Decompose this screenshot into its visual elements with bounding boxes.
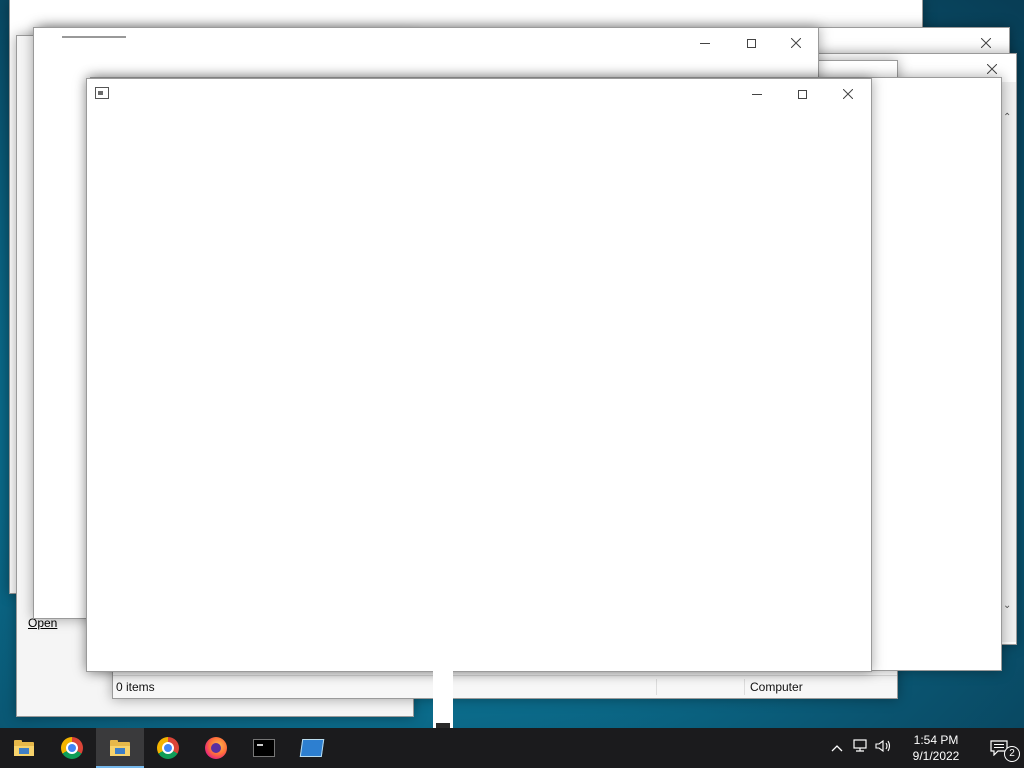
close-button[interactable]: [773, 28, 819, 58]
maximize-button[interactable]: [728, 28, 774, 58]
action-center-button[interactable]: 2: [976, 728, 1024, 768]
chrome-icon: [61, 737, 83, 759]
folder-icon: [14, 740, 34, 756]
volume-icon: [875, 739, 891, 752]
title-bar[interactable]: [34, 28, 818, 58]
taskbar-file-explorer-active[interactable]: [96, 728, 144, 768]
chrome-icon: [157, 737, 179, 759]
maximize-button[interactable]: [779, 79, 825, 109]
taskbar-command-prompt[interactable]: [240, 728, 288, 768]
vertical-scrollbar[interactable]: ⌃ ⌄: [1000, 82, 1016, 642]
clock-time: 1:54 PM: [913, 733, 959, 747]
status-bar: 0 items Computer: [113, 675, 897, 698]
close-icon: [843, 89, 853, 99]
window-title-garbled: [62, 36, 126, 46]
status-divider: [656, 679, 657, 695]
status-divider: [744, 679, 745, 695]
firefox-icon: [205, 737, 227, 759]
close-icon: [791, 38, 801, 48]
chevron-up-icon: [831, 745, 843, 752]
system-tray: 1:54 PM 9/1/2022 2: [826, 728, 1024, 768]
notification-badge: 2: [1004, 746, 1020, 762]
taskbar-firefox[interactable]: [192, 728, 240, 768]
volume-button[interactable]: [872, 739, 896, 758]
show-hidden-icons-button[interactable]: [826, 739, 848, 757]
status-item-count: 0 items: [116, 680, 155, 694]
close-icon: [981, 38, 991, 48]
taskbar-chrome[interactable]: [48, 728, 96, 768]
clock[interactable]: 1:54 PM 9/1/2022: [896, 732, 976, 764]
status-location: Computer: [750, 680, 803, 694]
scroll-down-icon[interactable]: ⌄: [1003, 600, 1011, 611]
taskbar-remote-desktop[interactable]: [288, 728, 336, 768]
scroll-up-icon[interactable]: ⌃: [1003, 112, 1011, 123]
taskbar-chrome-2[interactable]: [144, 728, 192, 768]
taskbar-file-explorer[interactable]: [0, 728, 48, 768]
remote-desktop-icon: [299, 739, 325, 757]
minimize-button[interactable]: [734, 79, 780, 109]
network-icon: [853, 738, 867, 752]
clock-date: 9/1/2022: [912, 749, 960, 763]
minimize-button[interactable]: [682, 28, 728, 58]
folder-icon: [110, 740, 130, 756]
title-bar[interactable]: [87, 79, 871, 109]
terminal-icon: [253, 739, 275, 757]
front-window[interactable]: [86, 78, 872, 672]
close-button[interactable]: [825, 79, 871, 109]
close-icon: [987, 64, 997, 74]
taskbar: 1:54 PM 9/1/2022 2: [0, 728, 1024, 768]
network-button[interactable]: [848, 738, 872, 758]
app-window-icon: [95, 87, 109, 99]
